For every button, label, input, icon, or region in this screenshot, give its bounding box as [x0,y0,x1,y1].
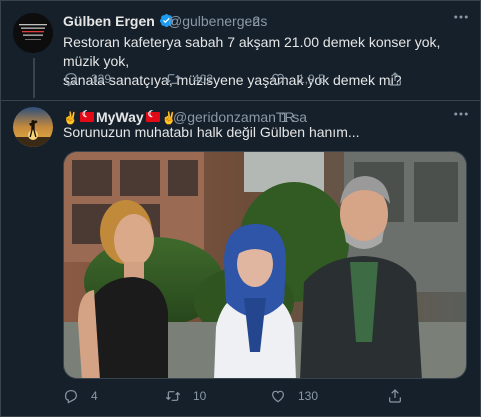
tweet-text-line: Restoran kafeterya sabah 7 akşam 21.00 d… [63,34,441,69]
avatar-quote-image [13,13,53,53]
share-icon [389,72,401,86]
tweet-photo[interactable] [63,151,467,379]
tweet-actions: 339 402 1,9 B [63,71,463,91]
like-icon [272,73,284,86]
retweet-count: 402 [193,72,214,86]
turkish-flag-icon [145,109,160,122]
reply-button[interactable]: 339 [63,71,111,87]
author-name[interactable]: Gülben Ergen [63,13,174,29]
share-icon [389,389,401,403]
reply-button[interactable]: 4 [63,388,101,404]
tweet-actions: 4 10 130 [63,388,463,408]
like-icon [272,390,284,403]
photo-image [64,152,466,378]
retweet-icon [165,74,181,84]
turkish-flag-icon [79,109,94,122]
retweet-button[interactable]: 10 [165,388,206,404]
retweet-count: 10 [193,389,207,403]
avatar-sunset-image [13,107,53,147]
reply-icon [65,73,77,87]
like-button[interactable]: 1,9 B [270,71,326,87]
avatar-gulben[interactable] [13,13,53,53]
reply-count: 4 [91,389,98,403]
tweet-gulben[interactable]: Gülben Ergen @gulbenergen · 2s Restoran … [0,0,481,100]
share-button[interactable] [387,388,415,404]
like-button[interactable]: 130 [270,388,318,404]
tweet-text: Sorunuzun muhatabı halk değil Gülben han… [63,124,360,140]
share-button[interactable] [387,71,415,87]
retweet-icon [165,391,181,401]
avatar-myway[interactable] [13,107,53,147]
retweet-button[interactable]: 402 [165,71,213,87]
tweet-time[interactable]: · 2s [244,13,267,29]
reply-icon [65,390,77,404]
like-count: 1,9 B [298,72,327,86]
thread-connector [33,58,35,98]
like-count: 130 [298,389,319,403]
more-icon[interactable] [452,8,470,29]
reply-count: 339 [91,72,112,86]
